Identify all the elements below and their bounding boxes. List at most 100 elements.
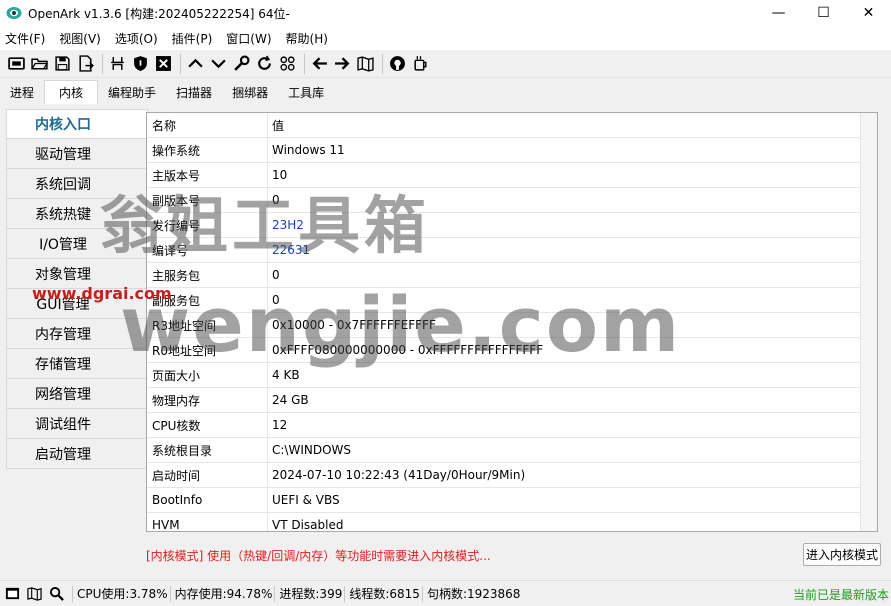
sidebar-item-storage-manager[interactable]: 存储管理 <box>6 349 148 379</box>
table-row[interactable]: BootInfo UEFI & VBS <box>147 488 877 513</box>
tab-coder-helper[interactable]: 编程助手 <box>98 80 166 104</box>
sidebar-item-io-manager[interactable]: I/O管理 <box>6 229 148 259</box>
wrench-icon[interactable] <box>231 54 251 74</box>
console-icon[interactable] <box>4 586 20 602</box>
down-arrow-icon[interactable] <box>208 54 228 74</box>
table-row[interactable]: R3地址空间 0x10000 - 0x7FFFFFFEFFFF <box>147 313 877 338</box>
sidebar-item-system-hotkeys[interactable]: 系统热键 <box>6 199 148 229</box>
process-count: 进程数:399 <box>279 587 343 601</box>
table-row[interactable]: 操作系统 Windows 11 <box>147 138 877 163</box>
column-header-name[interactable]: 名称 <box>147 113 268 137</box>
status-separator <box>344 585 346 602</box>
enter-kernel-mode-button[interactable]: 进入内核模式 <box>803 543 881 566</box>
table-row[interactable]: R0地址空间 0xFFFF080000000000 - 0xFFFFFFFFFFF… <box>147 338 877 363</box>
search-icon[interactable] <box>48 586 64 602</box>
sidebar-item-network-manager[interactable]: 网络管理 <box>6 379 148 409</box>
status-bar: CPU使用:3.78% 内存使用:94.78% 进程数:399 线程数:6815… <box>0 580 891 606</box>
table-row[interactable]: 系统根目录 C:\WINDOWS <box>147 438 877 463</box>
table-row[interactable]: HVM VT Disabled <box>147 513 877 531</box>
toolbar-separator <box>180 53 181 74</box>
cpu-usage: CPU使用:3.78% <box>77 587 168 601</box>
table-row[interactable]: 主版本号 10 <box>147 163 877 188</box>
close-button[interactable]: ✕ <box>846 0 891 26</box>
table-row[interactable]: 物理内存 24 GB <box>147 388 877 413</box>
save-icon[interactable] <box>52 54 72 74</box>
table-row[interactable]: 发行编号 23H2 <box>147 213 877 238</box>
sidebar-item-boot-manager[interactable]: 启动管理 <box>6 439 148 469</box>
row-value-link[interactable]: 23H2 <box>268 213 877 237</box>
menu-options[interactable]: 选项(O) <box>111 30 162 47</box>
grid-icon[interactable] <box>277 54 297 74</box>
up-arrow-icon[interactable] <box>185 54 205 74</box>
status-separator <box>72 585 73 602</box>
row-value: 2024-07-10 10:22:43 (41Day/0Hour/9Min) <box>272 468 526 482</box>
table-row[interactable]: 页面大小 4 KB <box>147 363 877 388</box>
kernel-info-table[interactable]: 名称 值 操作系统 Windows 11 主版本号 10 副版本号 0 发行编号 23H… <box>146 112 878 532</box>
row-key: 系统根目录 <box>147 438 268 462</box>
close-square-icon[interactable] <box>153 54 173 74</box>
tab-scanner[interactable]: 扫描器 <box>166 80 222 104</box>
github-icon[interactable] <box>387 54 407 74</box>
window-title: OpenArk v1.3.6 [构建:202405222254] 64位- <box>28 6 290 21</box>
tab-bundler[interactable]: 捆绑器 <box>222 80 278 104</box>
menu-plugins[interactable]: 插件(P) <box>168 30 217 47</box>
menu-file[interactable]: 文件(F) <box>1 30 49 47</box>
tab-kernel[interactable]: 内核 <box>44 80 99 104</box>
sidebar-item-debug-components[interactable]: 调试组件 <box>6 409 148 439</box>
row-value: 12 <box>272 418 288 432</box>
book-icon[interactable] <box>26 586 42 602</box>
row-key: 页面大小 <box>147 363 268 387</box>
refresh-icon[interactable] <box>254 54 274 74</box>
arrow-right-icon[interactable] <box>332 54 352 74</box>
row-value: 24 GB <box>272 393 309 407</box>
maximize-button[interactable]: ☐ <box>801 0 846 26</box>
menu-window[interactable]: 窗口(W) <box>222 30 275 47</box>
table-row[interactable]: 主服务包 0 <box>147 263 877 288</box>
minimize-button[interactable]: — <box>756 0 801 26</box>
row-key: 副服务包 <box>147 288 268 312</box>
row-value-link[interactable]: 22631 <box>268 238 877 262</box>
row-key: 物理内存 <box>147 388 268 412</box>
toolbar <box>0 50 891 78</box>
row-value: 0 <box>272 293 280 307</box>
row-key: BootInfo <box>147 488 268 512</box>
status-separator <box>421 585 423 602</box>
arrow-left-icon[interactable] <box>309 54 329 74</box>
vertical-scrollbar[interactable] <box>860 113 877 531</box>
table-row[interactable]: 副服务包 0 <box>147 288 877 313</box>
row-value: 0 <box>272 193 280 207</box>
sidebar-item-driver-manager[interactable]: 驱动管理 <box>6 139 148 169</box>
row-value: 0 <box>272 268 280 282</box>
table-header: 名称 值 <box>147 113 877 138</box>
shield-icon[interactable] <box>130 54 150 74</box>
tab-process[interactable]: 进程 <box>0 80 44 104</box>
handle-count: 句柄数:1923868 <box>426 587 521 601</box>
menu-view[interactable]: 视图(V) <box>55 30 105 47</box>
row-key: 操作系统 <box>147 138 268 162</box>
table-row[interactable]: 副版本号 0 <box>147 188 877 213</box>
tab-toolkit[interactable]: 工具库 <box>278 80 334 104</box>
row-key: 主版本号 <box>147 163 268 187</box>
table-row[interactable]: 编译号 22631 <box>147 238 877 263</box>
coffee-icon[interactable] <box>410 54 430 74</box>
sidebar-item-gui-manager[interactable]: GUI管理 <box>6 289 148 319</box>
row-key: HVM <box>147 513 268 531</box>
status-separator <box>274 585 276 602</box>
sidebar-item-system-callbacks[interactable]: 系统回调 <box>6 169 148 199</box>
row-value: 0xFFFF080000000000 - 0xFFFFFFFFFFFFFFFF <box>272 343 544 357</box>
kernel-sidebar: 内核入口 驱动管理 系统回调 系统热键 I/O管理 对象管理 GUI管理 内存管… <box>6 109 148 469</box>
column-header-value[interactable]: 值 <box>268 113 877 137</box>
find-window-icon[interactable] <box>107 54 127 74</box>
file-export-icon[interactable] <box>75 54 95 74</box>
sidebar-item-memory-manager[interactable]: 内存管理 <box>6 319 148 349</box>
main-tabs: 进程 内核 编程助手 扫描器 捆绑器 工具库 <box>0 79 891 104</box>
menu-help[interactable]: 帮助(H) <box>282 30 332 47</box>
console-icon[interactable] <box>6 54 26 74</box>
open-folder-icon[interactable] <box>29 54 49 74</box>
row-key: 启动时间 <box>147 463 268 487</box>
sidebar-item-kernel-entry[interactable]: 内核入口 <box>6 109 148 139</box>
table-row[interactable]: 启动时间 2024-07-10 10:22:43 (41Day/0Hour/9Mi… <box>147 463 877 488</box>
book-icon[interactable] <box>355 54 375 74</box>
sidebar-item-object-manager[interactable]: 对象管理 <box>6 259 148 289</box>
table-row[interactable]: CPU核数 12 <box>147 413 877 438</box>
